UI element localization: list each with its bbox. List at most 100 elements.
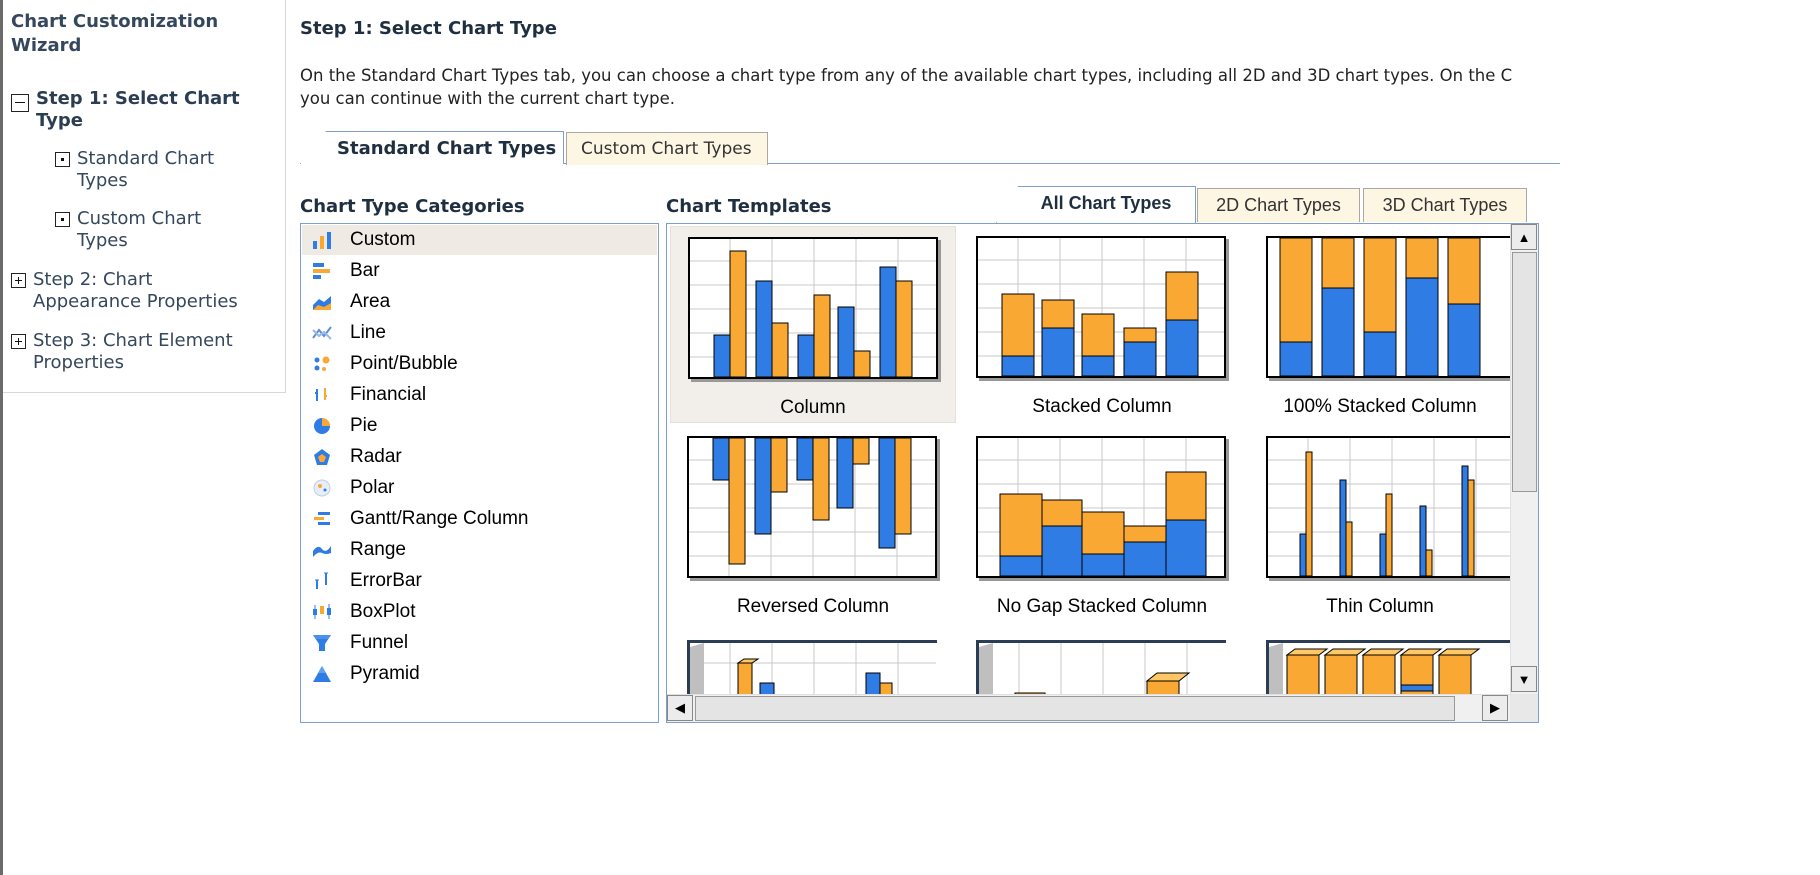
categories-heading: Chart Type Categories — [300, 196, 525, 217]
template-3d-stacked-column[interactable] — [959, 626, 1245, 700]
3d-full-stacked-preview-icon — [1269, 643, 1481, 700]
category-label: BoxPlot — [350, 601, 416, 622]
3d-stacked-preview-icon — [979, 643, 1191, 700]
area-chart-icon — [312, 292, 332, 312]
wizard-title-line1: Chart Customization — [11, 11, 219, 32]
description-line1: On the Standard Chart Types tab, you can… — [300, 66, 1513, 85]
category-item-range[interactable]: Range — [302, 535, 657, 565]
expand-icon[interactable] — [11, 273, 26, 288]
pyramid-chart-icon — [312, 664, 332, 684]
nav-step1-line2: Type — [36, 110, 83, 131]
tab-3d-chart-types[interactable]: 3D Chart Types — [1363, 188, 1527, 222]
scroll-down-arrow-icon[interactable]: ▼ — [1511, 666, 1537, 692]
category-label: Pyramid — [350, 663, 420, 684]
template-preview — [1266, 236, 1516, 378]
nav-step2-line1: Step 2: Chart — [33, 269, 153, 290]
polar-chart-icon — [312, 478, 332, 498]
template-3d-column[interactable] — [670, 626, 956, 700]
template-3d-100-stacked-column[interactable] — [1249, 626, 1516, 700]
tab-standard-chart-types[interactable]: Standard Chart Types — [300, 131, 564, 164]
scrollbar-corner — [1510, 694, 1538, 722]
template-preview — [1266, 640, 1516, 700]
nav-custom-chart-types[interactable]: Custom Chart Types — [55, 208, 201, 252]
nav-step3[interactable]: Step 3: Chart Element Properties — [11, 330, 233, 374]
category-item-funnel[interactable]: Funnel — [302, 628, 657, 658]
radar-chart-icon — [312, 447, 332, 467]
no-gap-stacked-preview-icon — [978, 438, 1224, 576]
point-bubble-icon — [312, 354, 332, 374]
thin-column-preview-icon — [1268, 438, 1514, 576]
vertical-scroll-thumb[interactable] — [1512, 252, 1537, 492]
category-label: Polar — [350, 477, 395, 498]
category-item-point-bubble[interactable]: Point/Bubble — [302, 349, 657, 379]
nav-step1[interactable]: Step 1: Select Chart Type — [11, 88, 240, 132]
template-preview — [976, 236, 1226, 378]
category-item-gantt[interactable]: Gantt/Range Column — [302, 504, 657, 534]
category-item-errorbar[interactable]: ErrorBar — [302, 566, 657, 596]
template-100-stacked-column[interactable]: 100% Stacked Column — [1249, 226, 1516, 423]
templates-horizontal-scrollbar[interactable]: ◀ ▶ — [667, 694, 1510, 722]
range-chart-icon — [312, 540, 332, 560]
page-title: Step 1: Select Chart Type — [300, 18, 557, 39]
category-item-custom[interactable]: Custom — [302, 225, 657, 255]
nav-step3-line2: Properties — [33, 352, 124, 373]
scroll-left-arrow-icon[interactable]: ◀ — [667, 695, 693, 721]
collapse-icon[interactable] — [11, 94, 29, 112]
nav-custom-line2: Types — [77, 230, 128, 251]
nav-step2-line2: Appearance Properties — [33, 291, 238, 312]
category-label: Line — [350, 322, 386, 343]
category-label: ErrorBar — [350, 570, 422, 591]
template-column[interactable]: Column — [670, 226, 956, 423]
category-item-area[interactable]: Area — [302, 287, 657, 317]
category-item-financial[interactable]: Financial — [302, 380, 657, 410]
chart-category-list[interactable]: Custom Bar Area Line Point/Bubble Financ… — [300, 223, 659, 723]
wizard-nav-panel: Chart Customization Wizard Step 1: Selec… — [3, 0, 286, 393]
category-label: Financial — [350, 384, 427, 405]
expand-icon[interactable] — [11, 334, 26, 349]
category-item-polar[interactable]: Polar — [302, 473, 657, 503]
template-no-gap-stacked-column[interactable]: No Gap Stacked Column — [959, 426, 1245, 623]
nav-step2[interactable]: Step 2: Chart Appearance Properties — [11, 269, 238, 313]
boxplot-chart-icon — [312, 602, 332, 622]
horizontal-scroll-thumb[interactable] — [695, 696, 1455, 721]
full-stacked-column-preview-icon — [1279, 238, 1481, 376]
scroll-right-arrow-icon[interactable]: ▶ — [1482, 695, 1508, 721]
scroll-up-arrow-icon[interactable]: ▲ — [1511, 224, 1537, 250]
wizard-title: Chart Customization Wizard — [11, 10, 218, 58]
template-reversed-column[interactable]: Reversed Column — [670, 426, 956, 623]
tab-all-chart-types[interactable]: All Chart Types — [996, 186, 1196, 223]
template-stacked-column[interactable]: Stacked Column — [959, 226, 1245, 423]
template-label: Reversed Column — [736, 596, 890, 617]
tab-2d-chart-types[interactable]: 2D Chart Types — [1197, 188, 1360, 222]
category-item-pyramid[interactable]: Pyramid — [302, 659, 657, 689]
pie-chart-icon — [312, 416, 332, 436]
templates-heading: Chart Templates — [666, 196, 832, 217]
nav-standard-chart-types[interactable]: Standard Chart Types — [55, 148, 214, 192]
category-item-line[interactable]: Line — [302, 318, 657, 348]
category-item-radar[interactable]: Radar — [302, 442, 657, 472]
template-thin-column[interactable]: Thin Column — [1249, 426, 1516, 623]
3d-column-preview-icon — [690, 643, 936, 700]
stacked-column-preview-icon — [978, 238, 1224, 376]
tab-custom-chart-types[interactable]: Custom Chart Types — [566, 132, 768, 165]
category-label: Point/Bubble — [350, 353, 458, 374]
funnel-chart-icon — [312, 633, 332, 653]
templates-vertical-scrollbar[interactable]: ▲ ▼ — [1510, 224, 1538, 694]
category-item-bar[interactable]: Bar — [302, 256, 657, 286]
category-label: Gantt/Range Column — [350, 508, 529, 529]
column-chart-icon — [312, 230, 332, 250]
template-label: No Gap Stacked Column — [996, 596, 1208, 617]
template-preview — [976, 436, 1226, 578]
nav-step3-line1: Step 3: Chart Element — [33, 330, 233, 351]
nav-standard-line2: Types — [77, 170, 128, 191]
category-label: Radar — [350, 446, 402, 467]
category-item-boxplot[interactable]: BoxPlot — [302, 597, 657, 627]
template-label: Column — [780, 397, 846, 418]
template-label: Thin Column — [1326, 596, 1434, 617]
step-description: On the Standard Chart Types tab, you can… — [300, 64, 1820, 110]
category-label: Range — [350, 539, 406, 560]
nav-custom-line1: Custom Chart — [77, 208, 202, 229]
category-label: Bar — [350, 260, 380, 281]
chart-templates-panel[interactable]: Column Stacked Column 100% Stacked Colum… — [666, 223, 1539, 723]
category-item-pie[interactable]: Pie — [302, 411, 657, 441]
